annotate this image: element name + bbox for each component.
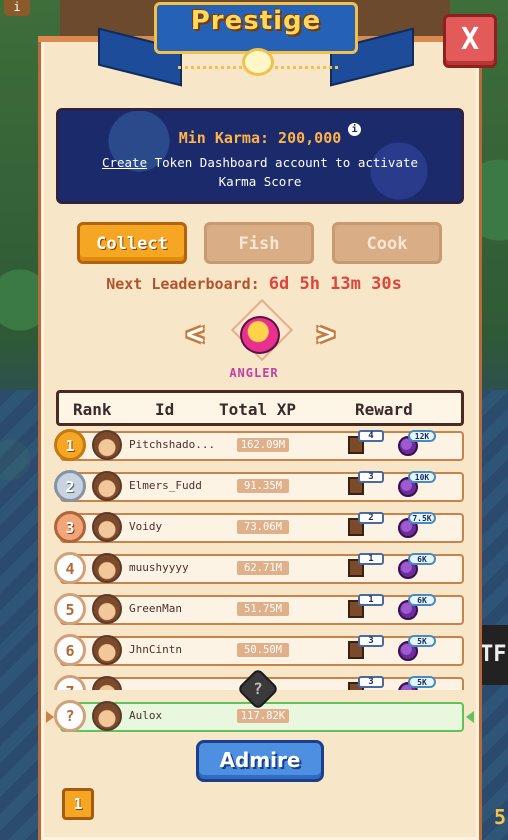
rank-badge: 3 bbox=[54, 511, 86, 543]
coin-reward: 10K bbox=[408, 471, 436, 483]
rank-badge: 2 bbox=[54, 470, 86, 502]
leaderboard-list[interactable]: 1 Pitchshado... 162.09M 4 12K 2 Elmers_F… bbox=[52, 428, 468, 690]
total-xp: 73.06M bbox=[237, 520, 289, 534]
row-pointer-right bbox=[466, 711, 474, 723]
karma-message-line1: Create Token Dashboard account to activa… bbox=[59, 155, 461, 170]
player-id: Pitchshado... bbox=[129, 438, 216, 451]
next-leaderboard: Next Leaderboard: 6d 5h 13m 30s bbox=[0, 274, 508, 294]
coin-reward: 7.5K bbox=[408, 512, 436, 524]
tab-fish[interactable]: Fish bbox=[204, 222, 314, 264]
coin-reward: 6K bbox=[408, 594, 436, 606]
total-xp: 50.50M bbox=[237, 643, 289, 657]
title-banner: Prestige bbox=[98, 0, 414, 92]
admire-button[interactable]: Admire bbox=[196, 740, 324, 782]
info-icon[interactable]: i bbox=[348, 123, 361, 136]
total-xp: 62.71M bbox=[237, 561, 289, 575]
chest-count: 4 bbox=[358, 430, 384, 442]
karma-message-line2: Karma Score bbox=[218, 174, 302, 189]
chest-count: 2 bbox=[358, 512, 384, 524]
chest-count: 3 bbox=[358, 471, 384, 483]
leaderboard-countdown: 6d 5h 13m 30s bbox=[268, 274, 402, 294]
prev-category-arrow[interactable]: < bbox=[180, 320, 210, 350]
info-tab-icon[interactable]: i bbox=[4, 0, 30, 16]
rank-badge: 6 bbox=[54, 634, 86, 666]
header-rank: Rank bbox=[73, 400, 112, 419]
chest-count: 1 bbox=[358, 553, 384, 565]
avatar bbox=[92, 701, 122, 731]
banner-gem-icon bbox=[242, 48, 274, 76]
chest-count: 1 bbox=[358, 594, 384, 606]
leaderboard-row[interactable]: 6 JhnCintn 50.50M 3 5K bbox=[52, 633, 468, 669]
angler-category-icon bbox=[230, 298, 294, 364]
header-total-xp: Total XP bbox=[219, 400, 297, 419]
panel-title: Prestige bbox=[190, 6, 322, 36]
chest-count: 3 bbox=[358, 635, 384, 647]
leaderboard-row[interactable]: 5 GreenMan 51.75M 1 6K bbox=[52, 592, 468, 628]
avatar bbox=[92, 430, 122, 460]
karma-message-text: Token Dashboard account to activate bbox=[147, 155, 419, 170]
category-label: ANGLER bbox=[229, 366, 279, 380]
close-button[interactable]: X bbox=[443, 14, 497, 68]
player-id: JhnCintn bbox=[129, 643, 182, 656]
next-category-arrow[interactable]: > bbox=[311, 320, 341, 350]
next-leaderboard-label: Next Leaderboard: bbox=[106, 275, 269, 293]
rank-badge: 5 bbox=[54, 593, 86, 625]
avatar bbox=[92, 553, 122, 583]
total-xp: 91.35M bbox=[237, 479, 289, 493]
rank-badge: ? bbox=[54, 700, 86, 732]
row-pointer-left bbox=[46, 711, 54, 723]
coin-reward: 6K bbox=[408, 553, 436, 565]
help-question-mark[interactable]: ? bbox=[243, 674, 273, 704]
header-id: Id bbox=[155, 400, 175, 419]
coin-reward: 5K bbox=[408, 635, 436, 647]
player-id: Elmers_Fudd bbox=[129, 479, 202, 492]
leaderboard-row[interactable]: 4 muushyyyy 62.71M 1 6K bbox=[52, 551, 468, 587]
tab-collect[interactable]: Collect bbox=[77, 222, 187, 264]
player-id: muushyyyy bbox=[129, 561, 189, 574]
create-account-link[interactable]: Create bbox=[102, 155, 147, 170]
total-xp: 117.82K bbox=[237, 709, 289, 723]
table-header: Rank Id Total XP Reward bbox=[56, 390, 464, 426]
player-id: GreenMan bbox=[129, 602, 182, 615]
header-reward: Reward bbox=[355, 400, 413, 419]
total-xp: 162.09M bbox=[237, 438, 289, 452]
leaderboard-row[interactable]: 1 Pitchshado... 162.09M 4 12K bbox=[52, 428, 468, 464]
coin-reward: 5K bbox=[408, 676, 436, 688]
background-number: 5 bbox=[493, 805, 506, 829]
min-karma-text: Min Karma: 200,000 bbox=[178, 129, 342, 147]
avatar bbox=[92, 512, 122, 542]
karma-notice: Min Karma: 200,000 i Create Token Dashbo… bbox=[56, 108, 464, 204]
coin-reward: 12K bbox=[408, 430, 436, 442]
player-id: Voidy bbox=[129, 520, 163, 533]
avatar bbox=[92, 471, 122, 501]
tab-cook[interactable]: Cook bbox=[332, 222, 442, 264]
player-id: Aulox bbox=[129, 709, 163, 722]
angler-orb-icon bbox=[240, 316, 280, 354]
chest-count: 3 bbox=[358, 676, 384, 688]
avatar bbox=[92, 635, 122, 665]
leaderboard-row[interactable]: 3 Voidy 73.06M 2 7.5K bbox=[52, 510, 468, 546]
total-xp: 51.75M bbox=[237, 602, 289, 616]
leaderboard-row[interactable]: 2 Elmers_Fudd 91.35M 3 10K bbox=[52, 469, 468, 505]
rank-badge: 1 bbox=[54, 429, 86, 461]
rank-badge: 4 bbox=[54, 552, 86, 584]
avatar bbox=[92, 594, 122, 624]
page-number-button[interactable]: 1 bbox=[62, 788, 94, 820]
